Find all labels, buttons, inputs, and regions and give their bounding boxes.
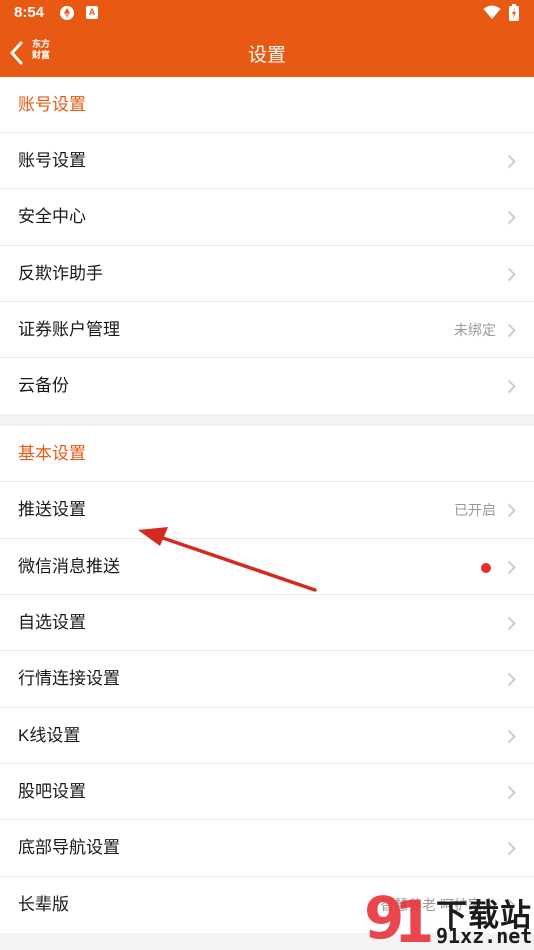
chevron-right-icon xyxy=(507,211,516,225)
watermark-logo-icon: 9 1 xyxy=(364,886,434,948)
section-divider xyxy=(0,414,534,427)
row-label: 安全中心 xyxy=(18,207,86,227)
row-label: 行情连接设置 xyxy=(18,669,120,689)
chevron-right-icon xyxy=(507,673,516,687)
section-title: 基本设置 xyxy=(0,426,534,483)
row-label: 云备份 xyxy=(18,376,69,396)
chevron-right-icon xyxy=(507,380,516,394)
row-label: 微信消息推送 xyxy=(18,556,120,576)
chevron-right-icon xyxy=(507,729,516,743)
row-label: 账号设置 xyxy=(18,151,86,170)
setting-row-security[interactable]: 安全中心 xyxy=(0,189,534,246)
row-label: 证券账户管理 xyxy=(18,319,120,339)
row-label: 推送设置 xyxy=(18,500,86,520)
setting-row-kline[interactable]: K线设置 xyxy=(0,708,534,764)
status-time: 8:54 xyxy=(14,4,45,21)
battery-icon xyxy=(509,4,519,21)
row-label: 股吧设置 xyxy=(18,781,86,801)
setting-row-securities-account[interactable]: 证券账户管理 未绑定 xyxy=(0,302,534,359)
row-label: 长辈版 xyxy=(18,894,69,914)
red-dot-badge xyxy=(481,562,491,573)
setting-row-watchlist[interactable]: 自选设置 xyxy=(0,595,534,652)
setting-row-market-connection[interactable]: 行情连接设置 xyxy=(0,651,534,708)
settings-list: 账号设置 账号设置 安全中心 反欺诈助手 证券账户管理 未绑定 云备份 基本设置… xyxy=(0,77,534,933)
page-title: 设置 xyxy=(247,45,286,66)
setting-row-wechat-push[interactable]: 微信消息推送 xyxy=(0,539,534,596)
notification-badge-icon: A xyxy=(86,6,98,19)
chevron-right-icon xyxy=(507,560,516,574)
chevron-right-icon xyxy=(507,504,516,518)
chevron-right-icon xyxy=(507,842,516,856)
row-label: 底部导航设置 xyxy=(18,838,120,858)
setting-row-cloud-backup[interactable]: 云备份 xyxy=(0,358,534,414)
status-bar: 8:54 A xyxy=(0,0,534,26)
chevron-right-icon xyxy=(507,617,516,631)
app-header: 8:54 A 东方财富 设置 xyxy=(0,0,534,77)
watermark-url: 91xz.net xyxy=(436,924,533,948)
sync-icon xyxy=(60,6,74,20)
row-value: 已开启 xyxy=(454,502,496,519)
row-label: 自选设置 xyxy=(18,613,86,633)
row-value: 未绑定 xyxy=(454,321,496,338)
chevron-right-icon xyxy=(507,785,516,800)
row-label: K线设置 xyxy=(18,725,81,745)
watermark: 9 1 下载站 91xz.net xyxy=(356,884,534,950)
setting-row-account[interactable]: 账号设置 xyxy=(0,133,534,190)
wifi-icon xyxy=(483,5,501,19)
section-account: 账号设置 账号设置 安全中心 反欺诈助手 证券账户管理 未绑定 云备份 xyxy=(0,77,534,415)
setting-row-bottom-nav[interactable]: 底部导航设置 xyxy=(0,820,534,877)
svg-text:1: 1 xyxy=(394,888,434,948)
chevron-right-icon xyxy=(507,323,516,337)
section-basic: 基本设置 推送设置 已开启 微信消息推送 自选设置 行情连接设置 K线设置 股吧… xyxy=(0,426,534,933)
row-label: 反欺诈助手 xyxy=(18,263,103,283)
setting-row-stock-forum[interactable]: 股吧设置 xyxy=(0,764,534,821)
chevron-right-icon xyxy=(507,267,516,281)
chevron-right-icon xyxy=(507,154,516,169)
section-title: 账号设置 xyxy=(0,77,534,133)
setting-row-anti-fraud[interactable]: 反欺诈助手 xyxy=(0,246,534,302)
setting-row-push[interactable]: 推送设置 已开启 xyxy=(0,482,534,539)
